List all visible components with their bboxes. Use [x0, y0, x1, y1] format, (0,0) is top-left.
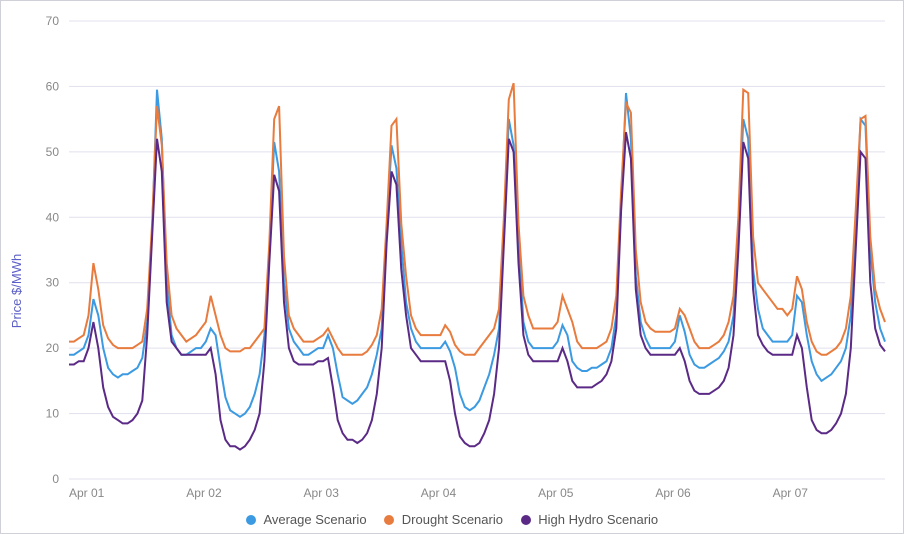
svg-text:Apr 05: Apr 05	[538, 486, 574, 500]
legend-swatch-highhydro	[521, 515, 531, 525]
series-average-scenario	[69, 90, 885, 417]
legend-swatch-average	[246, 515, 256, 525]
svg-text:50: 50	[46, 145, 60, 159]
series-drought-scenario	[69, 83, 885, 355]
series-lines	[69, 83, 885, 449]
svg-text:0: 0	[52, 472, 59, 486]
svg-text:60: 60	[46, 79, 60, 93]
legend-label-average: Average Scenario	[263, 512, 366, 527]
legend-swatch-drought	[384, 515, 394, 525]
svg-text:Apr 03: Apr 03	[304, 486, 340, 500]
legend-label-drought: Drought Scenario	[402, 512, 503, 527]
svg-text:20: 20	[46, 341, 60, 355]
line-chart: { "chart_data": { "type": "line", "title…	[0, 0, 904, 534]
svg-text:Apr 02: Apr 02	[186, 486, 222, 500]
svg-text:Apr 04: Apr 04	[421, 486, 457, 500]
svg-text:30: 30	[46, 276, 60, 290]
legend: Average Scenario Drought Scenario High H…	[1, 511, 903, 527]
chart-canvas: Price $/MWh 0 10 20 30 40 50 60 70 Apr 01 Apr 02…	[1, 1, 904, 509]
svg-text:Apr 06: Apr 06	[655, 486, 691, 500]
gridlines	[69, 21, 885, 479]
legend-label-highhydro: High Hydro Scenario	[538, 512, 658, 527]
x-axis-ticks: Apr 01 Apr 02 Apr 03 Apr 04 Apr 05 Apr 06 Apr …	[69, 486, 808, 500]
svg-text:70: 70	[46, 14, 60, 28]
svg-text:Apr 01: Apr 01	[69, 486, 105, 500]
svg-text:40: 40	[46, 210, 60, 224]
y-axis-ticks: 0 10 20 30 40 50 60 70	[46, 14, 60, 486]
svg-text:Apr 07: Apr 07	[773, 486, 809, 500]
y-axis-label: Price $/MWh	[9, 254, 24, 328]
series-high-hydro-scenario	[69, 132, 885, 449]
svg-text:10: 10	[46, 407, 60, 421]
